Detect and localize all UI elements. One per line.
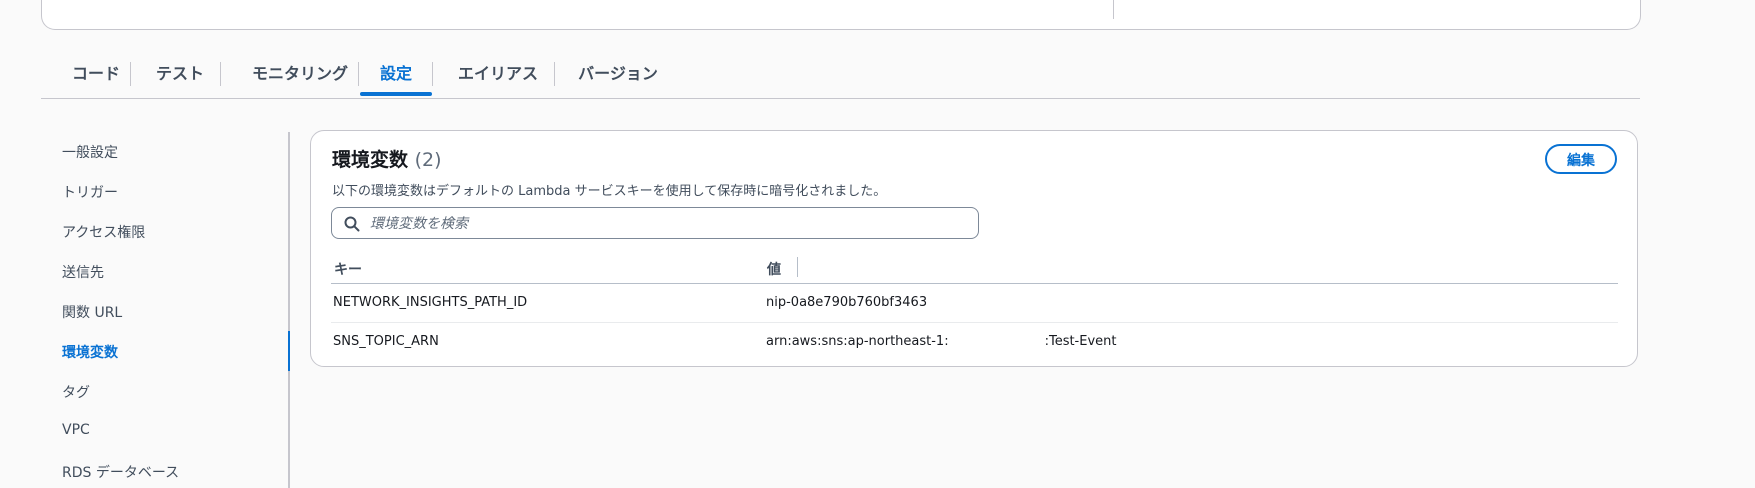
sidenav-item-triggers[interactable]: トリガー <box>62 182 118 202</box>
panel-title-text: 環境変数 <box>332 149 409 171</box>
env-value-cell: nip-0a8e790b760bf3463 <box>766 295 928 310</box>
env-value-prefix: arn:aws:sns:ap-northeast-1: <box>766 334 949 349</box>
tab-separator <box>432 62 433 86</box>
tab-separator <box>554 62 555 86</box>
env-value-suffix: :Test-Event <box>1044 334 1117 349</box>
sidenav-item-permissions[interactable]: アクセス権限 <box>62 222 145 242</box>
table-header: キー 値 <box>331 253 1618 284</box>
side-nav-active-indicator <box>288 331 290 371</box>
tab-settings[interactable]: 設定 <box>360 56 432 96</box>
env-vars-panel: 環境変数 (2) 編集 以下の環境変数はデフォルトの Lambda サービスキー… <box>310 130 1638 367</box>
sidenav-item-tags[interactable]: タグ <box>62 382 90 402</box>
env-key-cell: SNS_TOPIC_ARN <box>333 334 439 349</box>
tab-aliases[interactable]: エイリアス <box>445 56 551 96</box>
tab-monitoring[interactable]: モニタリング <box>235 56 365 96</box>
env-value-cell: arn:aws:sns:ap-northeast-1: :Test-Event <box>766 334 1117 349</box>
sidenav-item-vpc[interactable]: VPC <box>62 422 90 438</box>
column-header-key[interactable]: キー <box>334 259 362 279</box>
column-header-value[interactable]: 値 <box>767 259 781 279</box>
sidenav-item-env-vars[interactable]: 環境変数 <box>62 342 118 362</box>
tab-versions[interactable]: バージョン <box>565 56 671 96</box>
edit-button[interactable]: 編集 <box>1545 144 1617 174</box>
tab-code[interactable]: コード <box>62 56 130 96</box>
side-nav-rail <box>288 132 290 488</box>
panel-title-count: (2) <box>414 149 442 171</box>
tab-bar: コード テスト モニタリング 設定 エイリアス バージョン <box>41 56 1640 99</box>
env-search-input[interactable] <box>368 212 972 236</box>
column-resizer[interactable] <box>797 257 798 277</box>
sidenav-item-general[interactable]: 一般設定 <box>62 142 118 162</box>
tab-separator <box>130 62 131 86</box>
tab-separator <box>358 62 359 86</box>
sidenav-item-function-url[interactable]: 関数 URL <box>62 302 122 322</box>
tab-test[interactable]: テスト <box>145 56 215 96</box>
sidenav-item-destinations[interactable]: 送信先 <box>62 262 104 282</box>
table-row: SNS_TOPIC_ARN arn:aws:sns:ap-northeast-1… <box>331 323 1618 361</box>
tab-separator <box>220 62 221 86</box>
table-row: NETWORK_INSIGHTS_PATH_ID nip-0a8e790b760… <box>331 284 1618 323</box>
redacted-area <box>948 334 1045 349</box>
function-overview-panel <box>41 0 1641 30</box>
env-key-cell: NETWORK_INSIGHTS_PATH_ID <box>333 295 528 310</box>
panel-divider <box>1113 0 1114 19</box>
panel-title: 環境変数 (2) <box>332 145 442 172</box>
search-icon <box>344 216 360 232</box>
env-search-box[interactable] <box>331 207 979 239</box>
sidenav-item-rds[interactable]: RDS データベース <box>62 462 179 482</box>
panel-description: 以下の環境変数はデフォルトの Lambda サービスキーを使用して保存時に暗号化… <box>332 184 887 199</box>
